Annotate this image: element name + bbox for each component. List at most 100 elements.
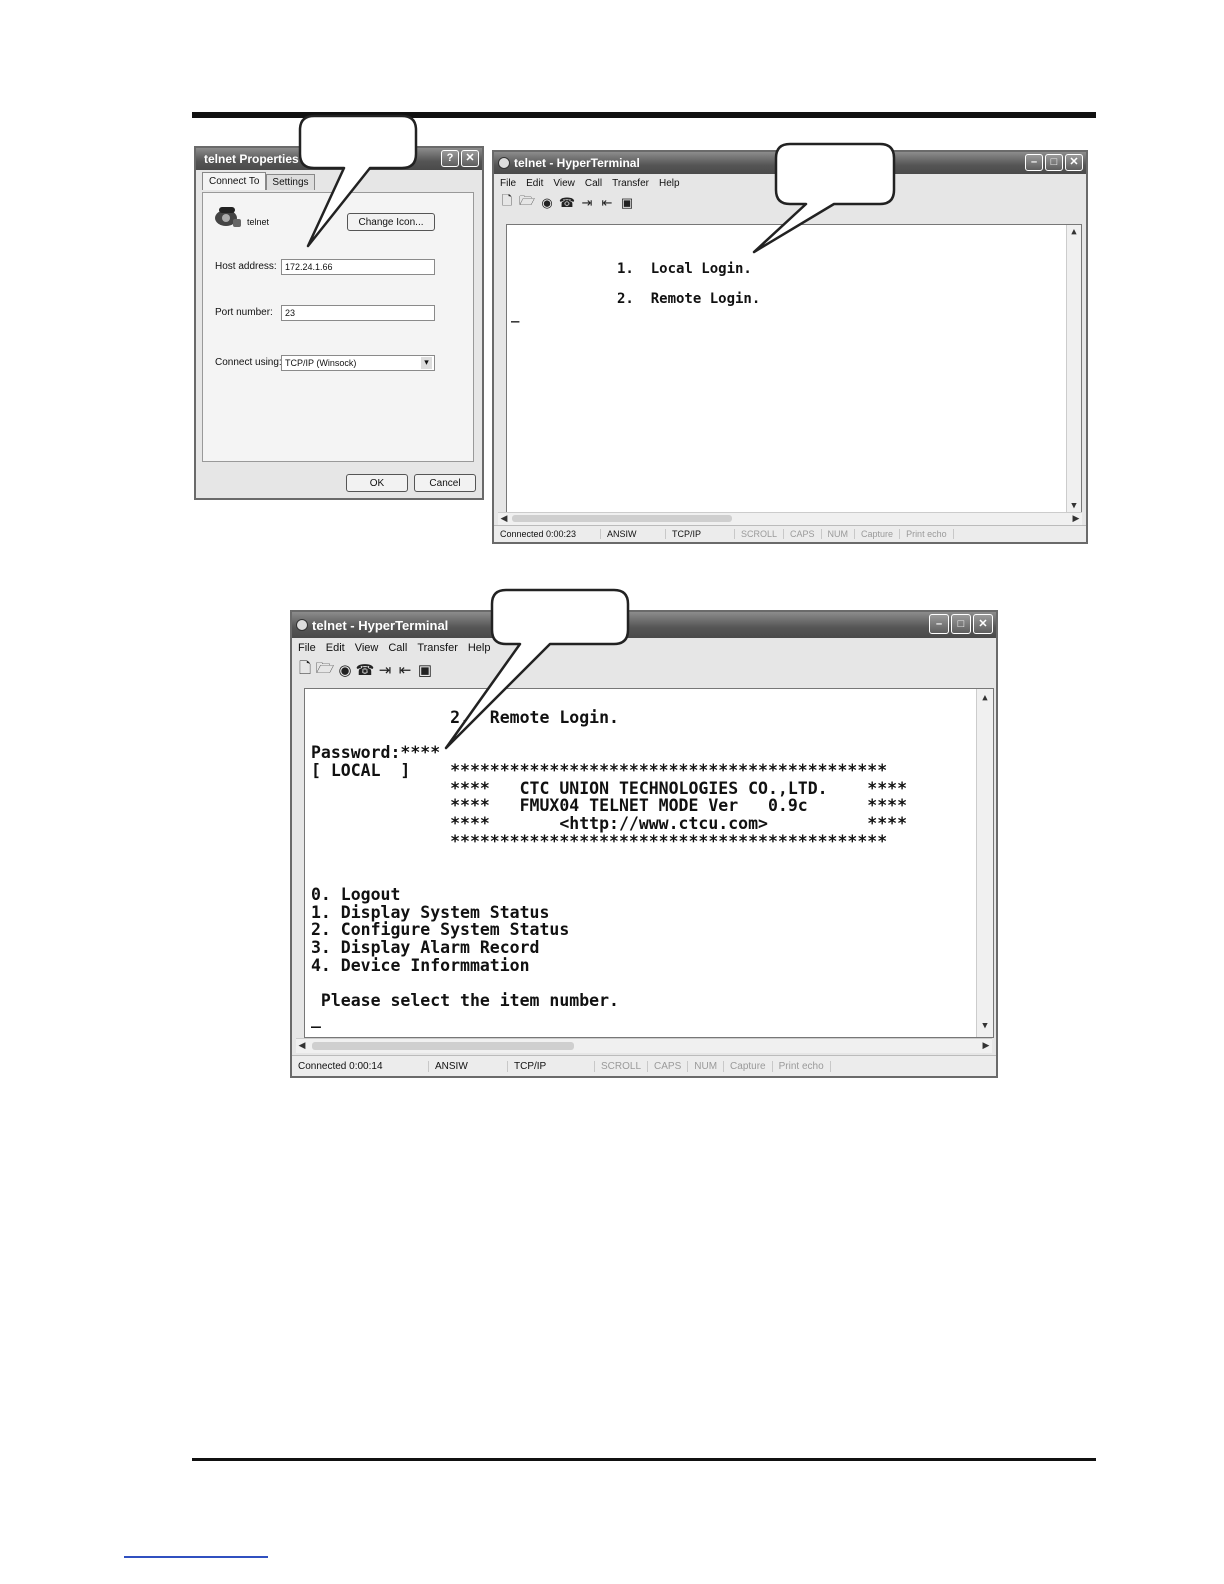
status-caps: CAPS <box>784 529 822 539</box>
menu-transfer[interactable]: Transfer <box>612 178 649 189</box>
ht1-horizontal-scrollbar[interactable]: ◀ ▶ <box>498 512 1082 525</box>
connect-using-select[interactable]: TCP/IP (Winsock) ▾ <box>281 355 435 371</box>
menu-view[interactable]: View <box>355 642 379 654</box>
scroll-left-icon[interactable]: ◀ <box>498 513 510 524</box>
status-emulation: ANSIW <box>429 1060 508 1072</box>
menu-help[interactable]: Help <box>468 642 491 654</box>
terminal-line: ****************************************… <box>311 831 888 851</box>
scroll-up-icon[interactable]: ▲ <box>979 693 991 703</box>
minimize-button[interactable]: – <box>929 614 949 634</box>
close-button[interactable]: ✕ <box>461 150 479 167</box>
terminal-line: 2. Remote Login. <box>311 708 619 727</box>
cancel-button[interactable]: Cancel <box>414 474 476 492</box>
scroll-right-icon[interactable]: ▶ <box>980 1040 992 1051</box>
menu-file[interactable]: File <box>500 178 516 189</box>
host-address-input[interactable]: 172.24.1.66 <box>281 259 435 275</box>
help-button[interactable]: ? <box>441 150 459 167</box>
ht2-titlebar: telnet - HyperTerminal – □ ✕ <box>292 612 996 638</box>
ht1-terminal[interactable]: 1. Local Login. 2. Remote Login. _ ▲ ▼ <box>506 224 1082 514</box>
tab-settings[interactable]: Settings <box>266 174 315 190</box>
page-bottom-rule <box>192 1458 1096 1461</box>
connect-to-panel: telnet Change Icon... Host address: 172.… <box>202 192 474 462</box>
dialog-tabs: Connect To Settings <box>202 172 315 190</box>
menu-call[interactable]: Call <box>585 178 602 189</box>
terminal-line: **** CTC UNION TECHNOLOGIES CO.,LTD. ***… <box>311 778 908 798</box>
scroll-right-icon[interactable]: ▶ <box>1070 513 1082 524</box>
horizontal-scroll-thumb[interactable] <box>312 1042 574 1050</box>
telnet-properties-dialog: telnet Properties ? ✕ Connect To Setting… <box>194 146 484 500</box>
status-capture: Capture <box>724 1060 773 1072</box>
properties-icon[interactable]: ▣ <box>620 195 634 210</box>
ht1-title: telnet - HyperTerminal <box>514 156 640 170</box>
scroll-down-icon[interactable]: ▼ <box>979 1021 991 1031</box>
tab-connect-to[interactable]: Connect To <box>202 172 267 190</box>
menu-edit[interactable]: Edit <box>526 178 543 189</box>
scroll-down-icon[interactable]: ▼ <box>1068 501 1080 511</box>
send-icon[interactable]: ⇥ <box>378 662 392 679</box>
hyperterminal-app-icon <box>498 157 510 169</box>
ht2-title: telnet - HyperTerminal <box>312 617 449 633</box>
ht2-statusbar: Connected 0:00:14 ANSIW TCP/IP SCROLL CA… <box>292 1055 996 1076</box>
hyperterminal-app-icon <box>296 619 308 631</box>
ok-button[interactable]: OK <box>346 474 408 492</box>
status-num: NUM <box>822 529 856 539</box>
ht2-vertical-scrollbar[interactable]: ▲ ▼ <box>976 689 993 1037</box>
dialog-title: telnet Properties <box>204 152 299 166</box>
send-icon[interactable]: ⇥ <box>580 195 594 210</box>
hyperterminal-window-top: telnet - HyperTerminal – □ ✕ File Edit V… <box>492 150 1088 544</box>
receive-icon[interactable]: ⇤ <box>398 662 412 679</box>
status-scroll: SCROLL <box>735 529 785 539</box>
hyperterminal-window-bottom: telnet - HyperTerminal – □ ✕ File Edit V… <box>290 610 998 1078</box>
menu-view[interactable]: View <box>553 178 575 189</box>
ht2-horizontal-scrollbar[interactable]: ◀ ▶ <box>296 1038 992 1053</box>
new-file-icon[interactable]: 🗋 <box>298 660 312 677</box>
terminal-line: **** FMUX04 TELNET MODE Ver 0.9c **** <box>311 796 908 816</box>
disconnect-icon[interactable]: ☎ <box>559 195 575 210</box>
scroll-up-icon[interactable]: ▲ <box>1068 227 1080 237</box>
terminal-line: Password:**** <box>311 743 441 763</box>
ht1-vertical-scrollbar[interactable]: ▲ ▼ <box>1066 225 1081 513</box>
menu-file[interactable]: File <box>298 642 316 654</box>
menu-transfer[interactable]: Transfer <box>417 642 458 654</box>
minimize-button[interactable]: – <box>1025 154 1043 171</box>
connect-icon[interactable]: ◉ <box>338 662 352 679</box>
ht2-terminal[interactable]: 2. Remote Login. Password:**** [ LOCAL ]… <box>304 688 994 1038</box>
port-number-input[interactable]: 23 <box>281 305 435 321</box>
close-button[interactable]: ✕ <box>973 614 993 634</box>
maximize-button[interactable]: □ <box>1045 154 1063 171</box>
terminal-line: 1. Local Login. <box>617 261 752 277</box>
connect-icon[interactable]: ◉ <box>540 195 554 210</box>
phone-icon <box>215 207 241 227</box>
connection-name: telnet <box>247 217 270 227</box>
ht1-menubar: File Edit View Call Transfer Help <box>494 174 1086 192</box>
disconnect-icon[interactable]: ☎ <box>356 662 375 679</box>
status-connected: Connected 0:00:14 <box>292 1060 429 1072</box>
chevron-down-icon[interactable]: ▾ <box>421 357 432 369</box>
menu-call[interactable]: Call <box>388 642 407 654</box>
status-print-echo: Print echo <box>900 529 954 539</box>
new-file-icon[interactable]: 🗋 <box>500 193 514 210</box>
close-button[interactable]: ✕ <box>1065 154 1083 171</box>
change-icon-button[interactable]: Change Icon... <box>347 213 435 231</box>
maximize-button[interactable]: □ <box>951 614 971 634</box>
ht1-toolbar: 🗋 🗁 ◉ ☎ ⇥ ⇤ ▣ <box>494 192 1086 214</box>
footer-link-underline <box>124 1556 268 1558</box>
scroll-left-icon[interactable]: ◀ <box>296 1040 308 1051</box>
menu-help[interactable]: Help <box>659 178 680 189</box>
open-folder-icon[interactable]: 🗁 <box>519 193 535 210</box>
terminal-line: Please select the item number. <box>311 991 619 1010</box>
status-emulation: ANSIW <box>601 529 666 539</box>
horizontal-scroll-thumb[interactable] <box>512 515 732 522</box>
properties-icon[interactable]: ▣ <box>418 662 432 679</box>
host-address-label: Host address: <box>215 261 277 272</box>
receive-icon[interactable]: ⇤ <box>600 195 614 210</box>
menu-edit[interactable]: Edit <box>326 642 345 654</box>
status-connected: Connected 0:00:23 <box>494 529 601 539</box>
open-folder-icon[interactable]: 🗁 <box>316 660 335 677</box>
status-print-echo: Print echo <box>773 1060 831 1072</box>
terminal-cursor: _ <box>311 1008 321 1028</box>
status-scroll: SCROLL <box>595 1060 649 1072</box>
